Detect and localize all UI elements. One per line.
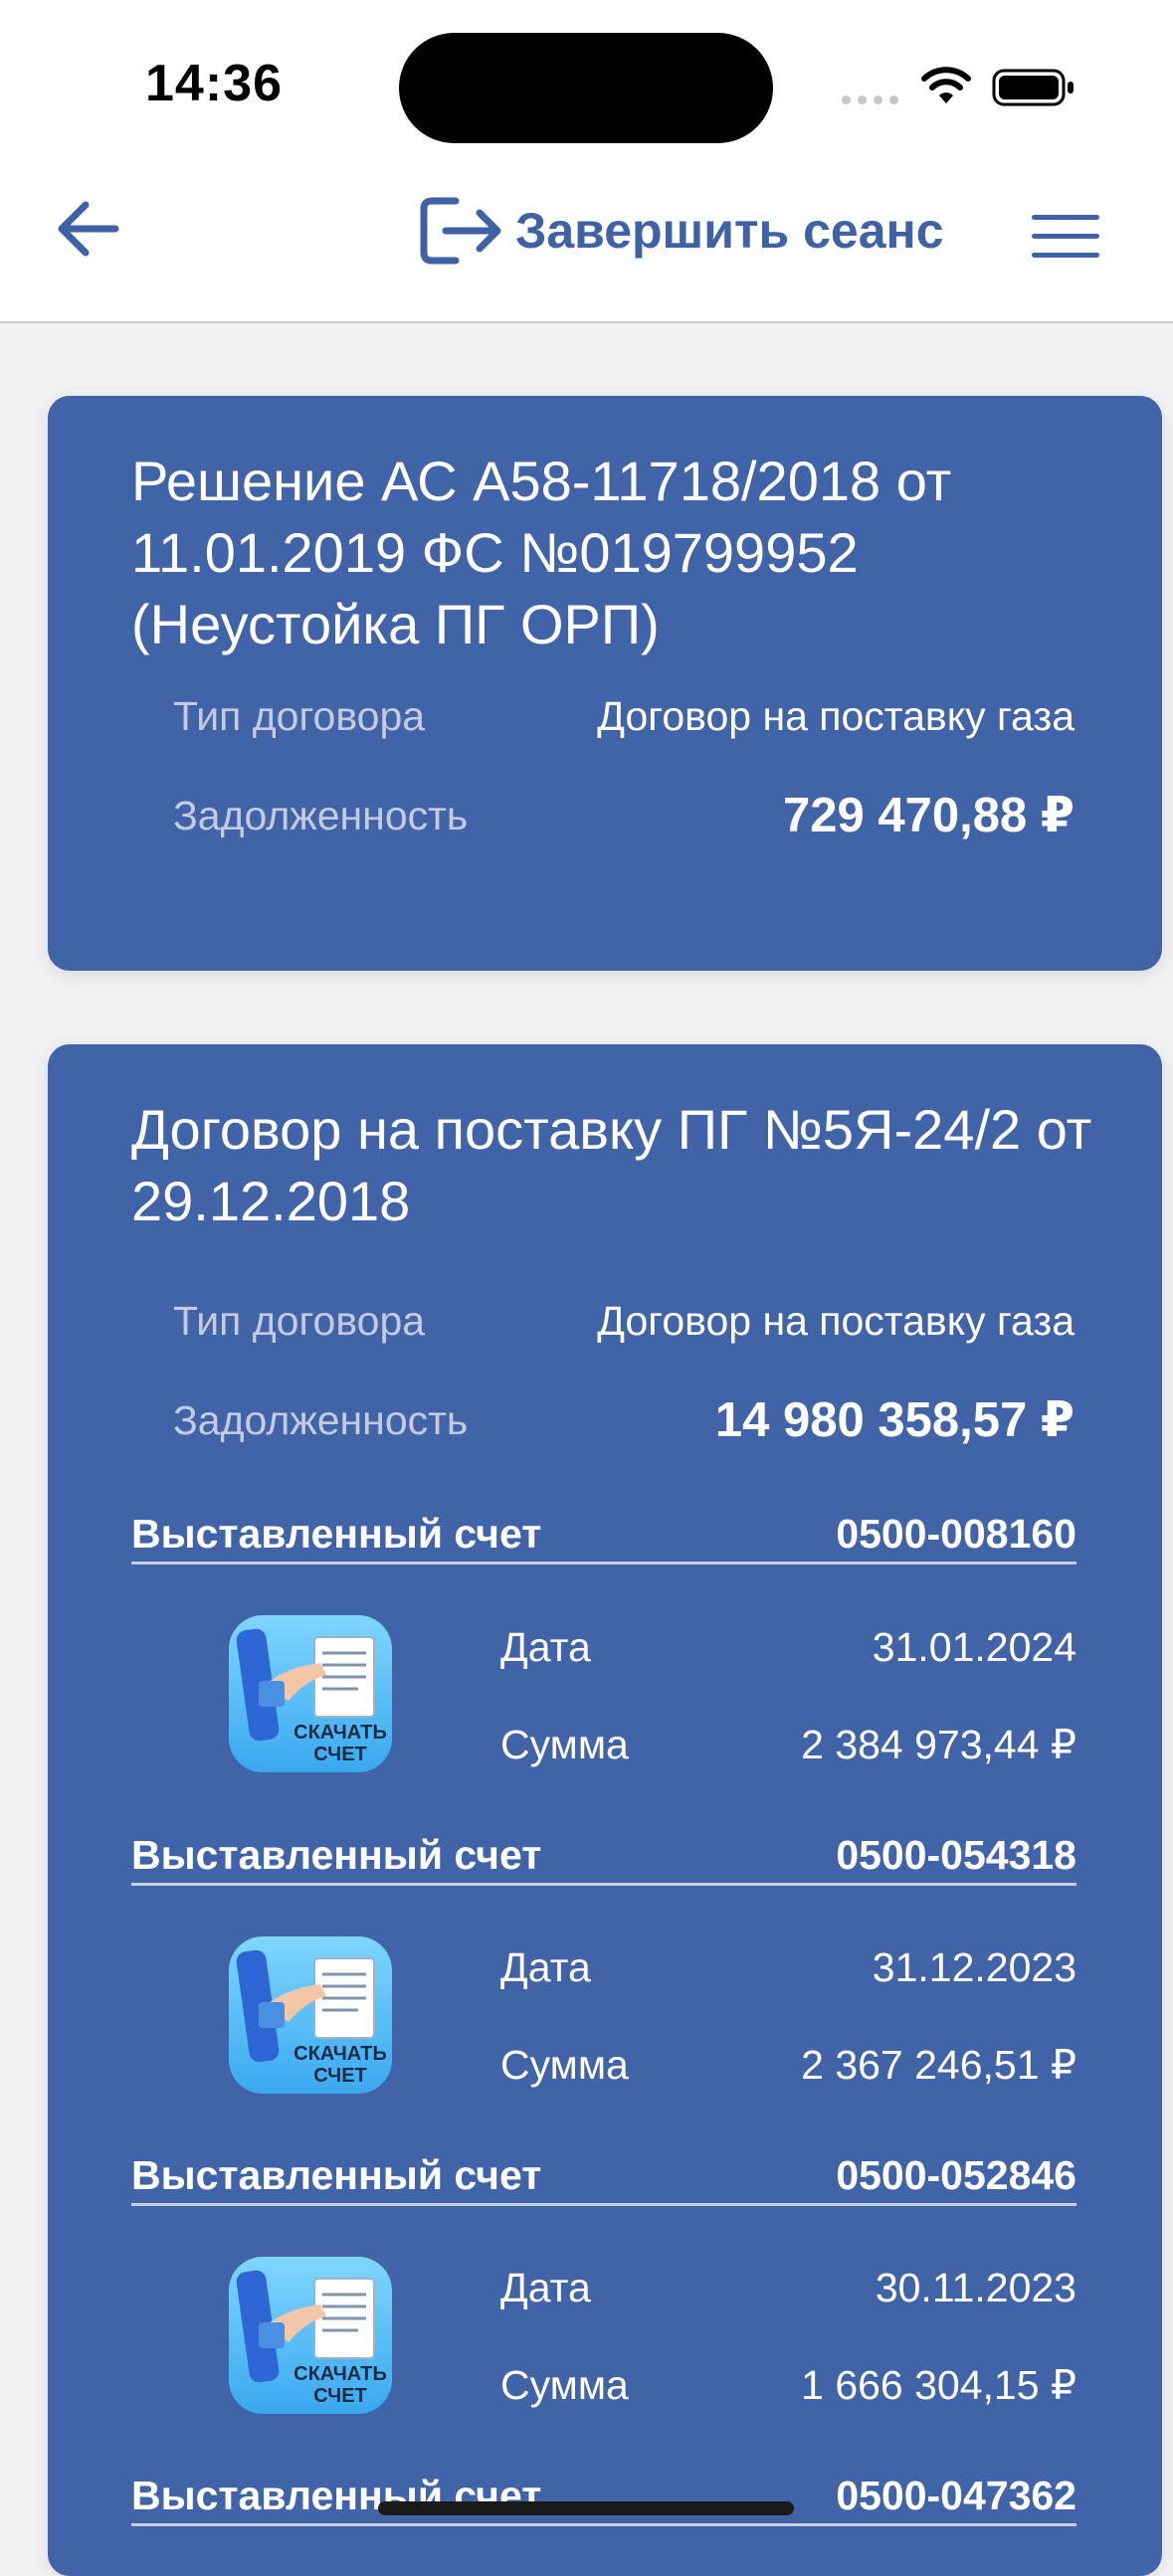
contract-title: Договор на поставку ПГ №5Я-24/2 от 29.12… bbox=[131, 1098, 1092, 1232]
invoice-label: Выставленный счет bbox=[131, 1511, 542, 1557]
contract-type-row: Тип договора Договор на поставку газа bbox=[173, 686, 1075, 746]
status-bar: 14:36 bbox=[0, 0, 1173, 159]
download-caption-top: СКАЧАТЬ bbox=[293, 2043, 387, 2065]
debt-row: Задолженность 729 470,88 ₽ bbox=[173, 786, 1075, 845]
hamburger-menu-icon[interactable] bbox=[1030, 207, 1101, 267]
contract-type-value: Договор на поставку газа bbox=[597, 693, 1075, 739]
debt-row: Задолженность 14 980 358,57 ₽ bbox=[173, 1390, 1075, 1450]
invoice-number: 0500-054318 bbox=[836, 1832, 1076, 1878]
invoice-number: 0500-052846 bbox=[836, 2152, 1076, 2198]
invoice-date-label: Дата bbox=[500, 1624, 591, 1670]
battery-icon bbox=[992, 69, 1074, 106]
download-caption-bottom: СЧЕТ bbox=[313, 2385, 367, 2407]
contract-type-label: Тип договора bbox=[173, 693, 426, 739]
invoice-number: 0500-008160 bbox=[836, 1511, 1076, 1557]
invoice-date-label: Дата bbox=[500, 2265, 591, 2310]
download-caption-top: СКАЧАТЬ bbox=[293, 1722, 387, 1744]
debt-value: 14 980 358,57 ₽ bbox=[714, 1393, 1075, 1447]
invoice-label: Выставленный счет bbox=[131, 2152, 542, 2198]
download-invoice-button[interactable]: СКАЧАТЬ СЧЕТ bbox=[229, 1615, 392, 1772]
invoice-sum-label: Сумма bbox=[500, 2042, 629, 2088]
contract-type-row: Тип договора Договор на поставку газа bbox=[173, 1291, 1075, 1351]
contract-card[interactable]: Договор на поставку ПГ №5Я-24/2 от 29.12… bbox=[48, 1044, 1162, 2576]
debt-label: Задолженность bbox=[173, 1397, 469, 1443]
invoice-number: 0500-047362 bbox=[836, 2473, 1076, 2518]
invoice-date-value: 31.01.2024 bbox=[872, 1624, 1076, 1670]
download-caption-bottom: СЧЕТ bbox=[313, 2065, 367, 2087]
invoice-date-value: 30.11.2023 bbox=[875, 2265, 1076, 2310]
download-invoice-button[interactable]: СКАЧАТЬ СЧЕТ bbox=[229, 2257, 392, 2414]
invoice-date-label: Дата bbox=[500, 1944, 591, 1990]
download-invoice-icon: СКАЧАТЬСЧЕТ bbox=[229, 1615, 392, 1772]
logout-button[interactable]: Завершить сеанс bbox=[416, 189, 944, 273]
download-invoice-icon: СКАЧАТЬСЧЕТ bbox=[229, 2257, 392, 2414]
invoice-label: Выставленный счет bbox=[131, 1832, 542, 1878]
status-time: 14:36 bbox=[145, 55, 283, 112]
invoice-sum-label: Сумма bbox=[500, 1722, 629, 1767]
dynamic-island bbox=[399, 33, 773, 143]
download-caption-top: СКАЧАТЬ bbox=[293, 2363, 387, 2385]
nav-header: Завершить сеанс bbox=[0, 159, 1173, 323]
logout-label: Завершить сеанс bbox=[515, 203, 944, 259]
back-arrow-icon[interactable] bbox=[50, 189, 129, 269]
logout-icon bbox=[420, 197, 501, 265]
invoice-date-value: 31.12.2023 bbox=[872, 1944, 1076, 1990]
debt-label: Задолженность bbox=[173, 793, 469, 838]
cellular-signal-icon bbox=[842, 95, 899, 105]
invoice-sum-label: Сумма bbox=[500, 2362, 629, 2408]
invoice-header: Выставленный счет 0500-008160 bbox=[131, 1506, 1076, 1564]
contract-title: Решение АС А58-11718/2018 от 11.01.2019 … bbox=[131, 450, 952, 655]
download-caption-bottom: СЧЕТ bbox=[313, 1744, 367, 1765]
download-invoice-icon: СКАЧАТЬСЧЕТ bbox=[229, 1936, 392, 2094]
contract-card[interactable]: Решение АС А58-11718/2018 от 11.01.2019 … bbox=[48, 396, 1162, 971]
download-invoice-button[interactable]: СКАЧАТЬ СЧЕТ bbox=[229, 1936, 392, 2094]
home-indicator bbox=[378, 2501, 794, 2515]
contract-type-value: Договор на поставку газа bbox=[597, 1298, 1075, 1344]
invoice-header: Выставленный счет 0500-052846 bbox=[131, 2147, 1076, 2206]
wifi-icon bbox=[921, 67, 971, 103]
invoice-header: Выставленный счет 0500-054318 bbox=[131, 1827, 1076, 1886]
invoice-sum-value: 2 384 973,44 ₽ bbox=[801, 1722, 1076, 1767]
invoice-header: Выставленный счет 0500-047362 bbox=[131, 2468, 1076, 2526]
contract-type-label: Тип договора bbox=[173, 1298, 426, 1344]
invoice-sum-value: 2 367 246,51 ₽ bbox=[801, 2042, 1076, 2088]
invoice-sum-value: 1 666 304,15 ₽ bbox=[801, 2362, 1076, 2408]
debt-value: 729 470,88 ₽ bbox=[783, 789, 1075, 842]
